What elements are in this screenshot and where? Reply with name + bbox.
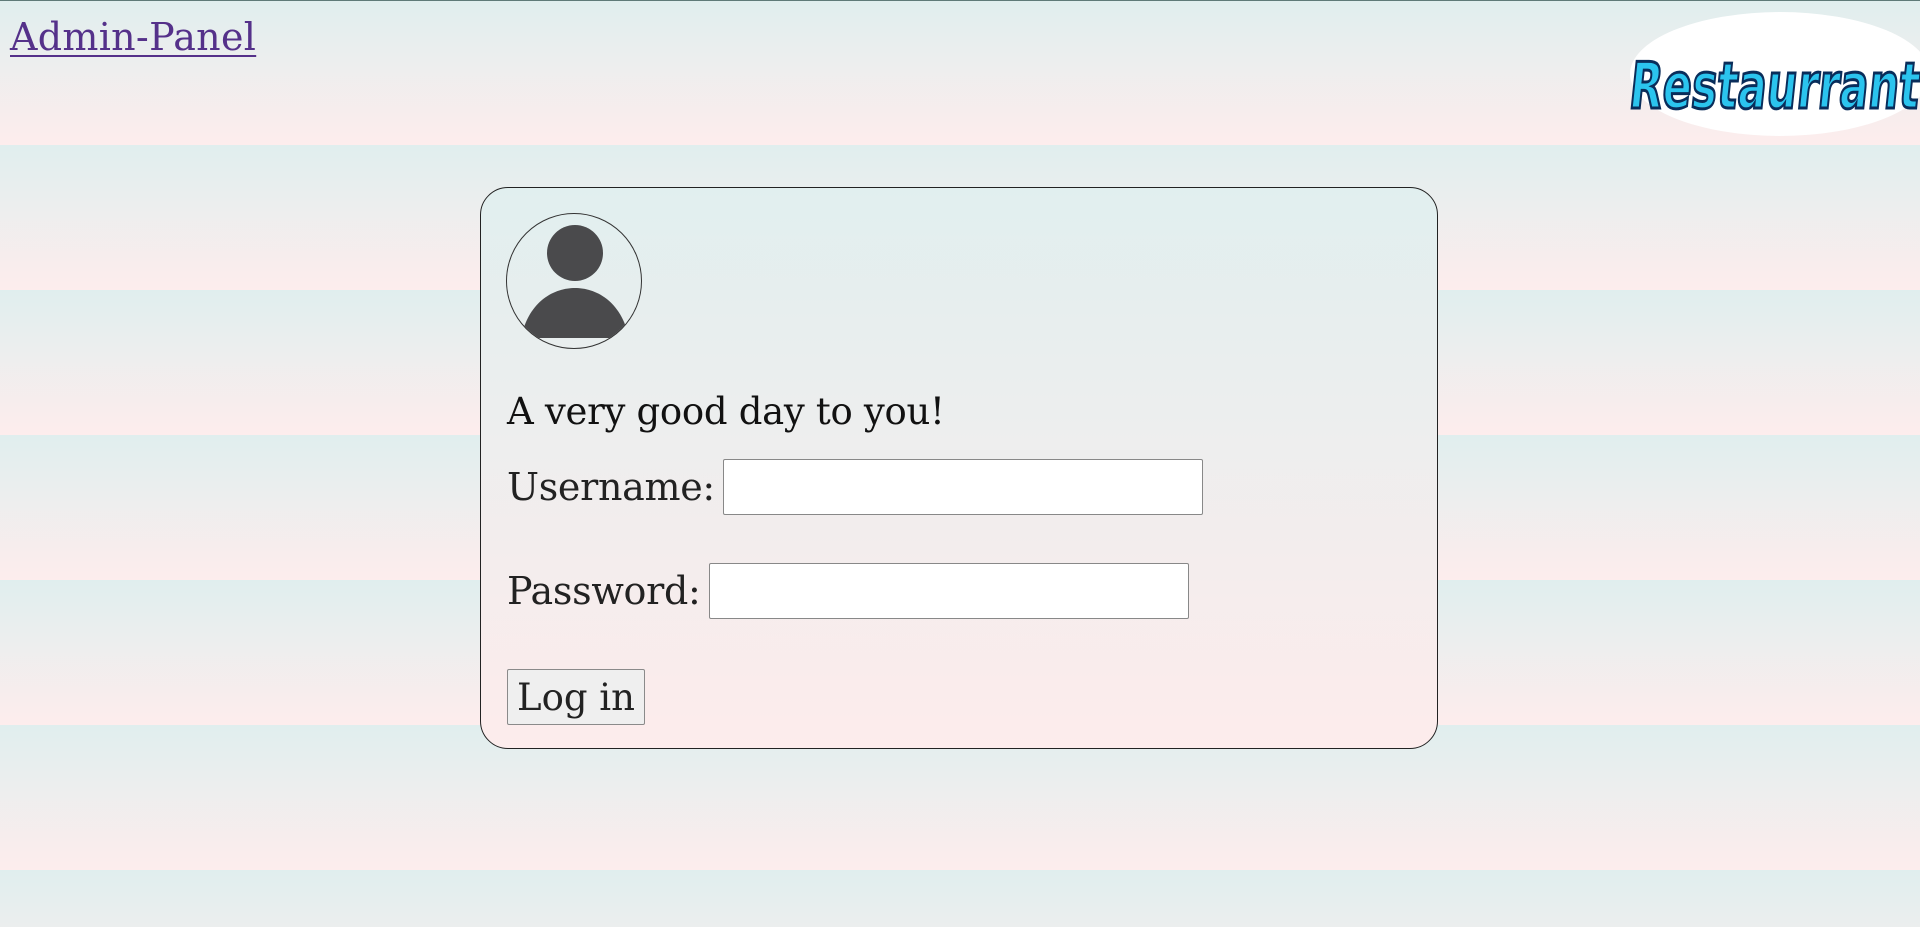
admin-panel-link[interactable]: Admin-Panel	[10, 15, 256, 59]
password-label: Password:	[507, 569, 701, 613]
password-input[interactable]	[708, 563, 1189, 619]
user-avatar-icon	[506, 213, 642, 349]
svg-text:Restaurrant: Restaurrant	[1630, 49, 1920, 124]
restaurant-logo: Restaurrant	[1630, 11, 1920, 137]
login-card: A very good day to you! Username: Passwo…	[480, 187, 1438, 749]
username-row: Username:	[507, 459, 1203, 515]
greeting-heading: A very good day to you!	[507, 390, 945, 433]
password-row: Password:	[507, 563, 1189, 619]
username-label: Username:	[507, 465, 715, 509]
username-input[interactable]	[722, 459, 1203, 515]
login-button[interactable]: Log in	[507, 669, 645, 725]
